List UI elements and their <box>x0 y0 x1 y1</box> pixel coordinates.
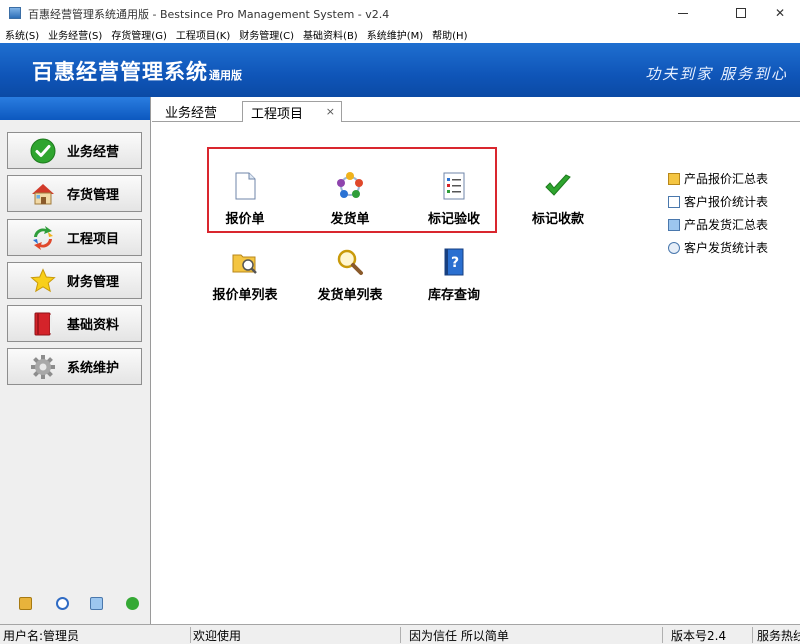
folder-icon <box>668 172 680 185</box>
sidebar-item-label: 工程项目 <box>67 232 120 247</box>
folder-icon[interactable] <box>19 597 32 610</box>
svg-text:?: ? <box>451 255 459 271</box>
document-icon <box>231 172 259 200</box>
minimize-icon <box>678 12 688 14</box>
close-button[interactable]: ✕ <box>760 0 800 26</box>
report-item[interactable]: 产品发货汇总表 <box>668 213 798 236</box>
menu-maintenance[interactable]: 系统维护(M) <box>362 27 427 42</box>
report-item[interactable]: 客户发货统计表 <box>668 236 798 259</box>
sidebar-item-label: 存货管理 <box>67 188 120 203</box>
report-label: 客户发货统计表 <box>684 241 769 255</box>
window-title: 百惠经营管理系统通用版 - Bestsince Pro Management S… <box>28 8 390 21</box>
menu-inventory[interactable]: 存货管理(G) <box>106 27 171 42</box>
edition-label: 通用版 <box>209 69 242 82</box>
title-bar: 百惠经营管理系统通用版 - Bestsince Pro Management S… <box>0 0 800 26</box>
status-welcome: 欢迎使用 <box>193 629 242 643</box>
slogan: 功夫到家 服务到心 <box>645 65 788 83</box>
gear-icon <box>30 354 56 380</box>
status-bar: 用户名:管理员 欢迎使用 因为信任 所以简单 版本号2.4 服务热线 <box>0 624 800 644</box>
quote-button[interactable]: 报价单 <box>203 170 287 230</box>
stock-query-button[interactable]: ? 库存查询 <box>412 246 496 306</box>
red-book-icon <box>30 311 56 337</box>
header-banner: 百惠经营管理系统通用版 功夫到家 服务到心 <box>0 43 800 97</box>
tab-label: 工程项目 <box>251 106 304 122</box>
report-label: 客户报价统计表 <box>684 195 769 209</box>
recycle-arrows-icon <box>30 225 56 251</box>
function-label: 发货单 <box>330 212 370 227</box>
mark-accept-button[interactable]: 标记验收 <box>412 170 496 230</box>
sidebar-item-maintenance[interactable]: 系统维护 <box>7 348 142 385</box>
mark-receipt-button[interactable]: 标记收款 <box>516 170 600 230</box>
folder-search-icon <box>231 248 259 276</box>
sidebar-item-label: 系统维护 <box>67 361 120 376</box>
status-motto: 因为信任 所以简单 <box>409 629 509 643</box>
check-circle-icon <box>30 138 56 164</box>
sidebar-item-label: 业务经营 <box>67 145 120 160</box>
quote-list-button[interactable]: 报价单列表 <box>203 246 287 306</box>
minimize-button[interactable] <box>660 0 706 26</box>
sidebar-item-inventory[interactable]: 存货管理 <box>7 175 142 212</box>
status-divider <box>662 627 663 643</box>
checklist-icon <box>440 172 468 200</box>
search-doc-icon <box>668 195 680 208</box>
status-divider <box>400 627 401 643</box>
cycle-balls-icon <box>336 172 364 200</box>
sidebar-item-project[interactable]: 工程项目 <box>7 219 142 256</box>
menu-bar: 系统(S) 业务经营(S) 存货管理(G) 工程项目(K) 财务管理(C) 基础… <box>0 26 800 43</box>
function-label: 报价单列表 <box>212 288 278 303</box>
monitor-icon[interactable] <box>90 597 103 610</box>
menu-system[interactable]: 系统(S) <box>0 27 43 42</box>
maximize-button[interactable] <box>718 0 764 26</box>
report-item[interactable]: 客户报价统计表 <box>668 190 798 213</box>
sidebar-toolbar <box>0 597 150 613</box>
menu-finance[interactable]: 财务管理(C) <box>234 27 298 42</box>
find-icon <box>668 241 680 254</box>
main-panel: 报价单 发货单 标记验收 标记收款 报价单列表 发货单列表 ? 库存查询 产品报… <box>152 122 800 624</box>
app-icon <box>9 7 21 19</box>
report-label: 产品报价汇总表 <box>684 172 769 186</box>
menu-business[interactable]: 业务经营(S) <box>43 27 106 42</box>
maximize-icon <box>736 8 746 18</box>
sidebar-item-basic-data[interactable]: 基础资料 <box>7 305 142 342</box>
status-divider <box>190 627 191 643</box>
report-list: 产品报价汇总表 客户报价统计表 产品发货汇总表 客户发货统计表 <box>668 167 798 259</box>
status-service: 服务热线 <box>757 629 800 643</box>
report-item[interactable]: 产品报价汇总表 <box>668 167 798 190</box>
sidebar-header <box>0 97 150 120</box>
tab-project[interactable]: 工程项目 × <box>242 101 342 123</box>
magnifier-icon <box>336 248 364 276</box>
sidebar-item-label: 财务管理 <box>67 275 120 290</box>
delivery-list-button[interactable]: 发货单列表 <box>308 246 392 306</box>
sidebar: 业务经营 存货管理 工程项目 财务管理 基础资料 系统维护 <box>0 97 151 624</box>
function-label: 报价单 <box>225 212 265 227</box>
status-version: 版本号2.4 <box>671 629 727 643</box>
function-label: 标记验收 <box>427 212 480 227</box>
status-divider <box>752 627 753 643</box>
app-title: 百惠经营管理系统通用版 <box>32 56 242 86</box>
green-check-icon <box>544 172 572 200</box>
tab-bar: 业务经营 工程项目 × <box>152 97 800 123</box>
menu-help[interactable]: 帮助(H) <box>427 27 471 42</box>
screen-icon <box>668 218 680 231</box>
tab-close-icon[interactable]: × <box>326 105 335 118</box>
status-user: 用户名:管理员 <box>3 629 80 643</box>
report-label: 产品发货汇总表 <box>684 218 769 232</box>
sidebar-item-label: 基础资料 <box>67 318 120 333</box>
tab-business[interactable]: 业务经营 <box>165 101 217 122</box>
close-icon: ✕ <box>774 6 786 20</box>
function-label: 发货单列表 <box>317 288 383 303</box>
app-title-text: 百惠经营管理系统 <box>32 60 208 84</box>
sidebar-item-finance[interactable]: 财务管理 <box>7 262 142 299</box>
function-label: 库存查询 <box>427 288 480 303</box>
menu-basic-data[interactable]: 基础资料(B) <box>298 27 362 42</box>
star-icon <box>30 267 56 294</box>
sidebar-item-business[interactable]: 业务经营 <box>7 132 142 169</box>
function-label: 标记收款 <box>531 212 584 227</box>
green-arrow-icon[interactable] <box>126 597 139 610</box>
delivery-button[interactable]: 发货单 <box>308 170 392 230</box>
menu-project[interactable]: 工程项目(K) <box>171 27 234 42</box>
help-book-icon: ? <box>440 248 468 276</box>
house-icon <box>30 181 56 207</box>
clock-icon[interactable] <box>56 597 69 610</box>
